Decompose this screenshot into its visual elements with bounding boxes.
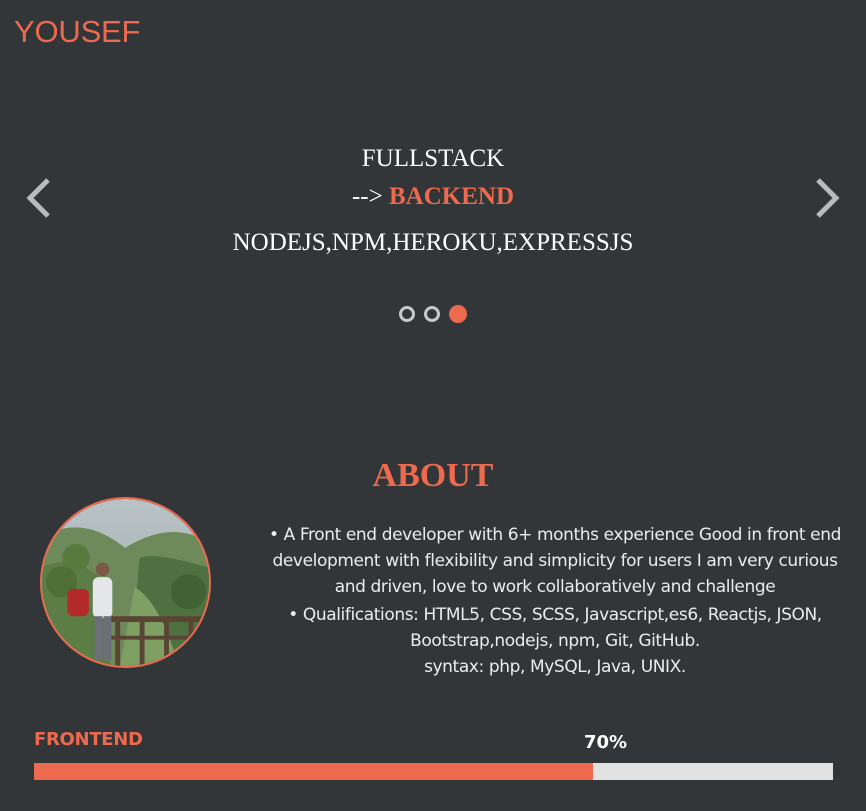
- skill-progress-fill: [34, 763, 594, 780]
- slide-subtitle-highlight: BACKEND: [388, 183, 514, 210]
- skill-name: FRONTEND: [34, 729, 143, 750]
- avatar: [40, 497, 211, 668]
- slider-indicators: [0, 305, 866, 323]
- slider-dot-3[interactable]: [449, 305, 467, 323]
- about-paragraph-experience: • A Front end developer with 6+ months e…: [269, 525, 841, 597]
- about-heading: ABOUT: [372, 457, 494, 494]
- slide-subtitle: --> BACKEND: [0, 182, 866, 212]
- about-description: • A Front end developer with 6+ months e…: [260, 522, 850, 680]
- about-paragraph-qualifications: • Qualifications: HTML5, CSS, SCSS, Java…: [288, 605, 822, 651]
- slide-tech-list: NODEJS,NPM,HEROKU,EXPRESSJS: [232, 229, 634, 256]
- slider-dot-2[interactable]: [424, 306, 440, 322]
- brand-logo[interactable]: YOUSEF: [14, 13, 140, 51]
- slider-next-button[interactable]: [808, 176, 844, 220]
- slide-title: FULLSTACK: [361, 145, 505, 172]
- slider-dot-1[interactable]: [399, 306, 415, 322]
- chevron-right-icon: [816, 178, 840, 218]
- slide-subtitle-prefix: -->: [351, 183, 383, 210]
- skill-percent: 70%: [584, 732, 628, 753]
- hero-slider: FULLSTACK --> BACKEND NODEJS,NPM,HEROKU,…: [0, 120, 866, 360]
- skill-progress-bar: [34, 763, 833, 780]
- about-paragraph-syntax: syntax: php, MySQL, Java, UNIX.: [424, 657, 686, 677]
